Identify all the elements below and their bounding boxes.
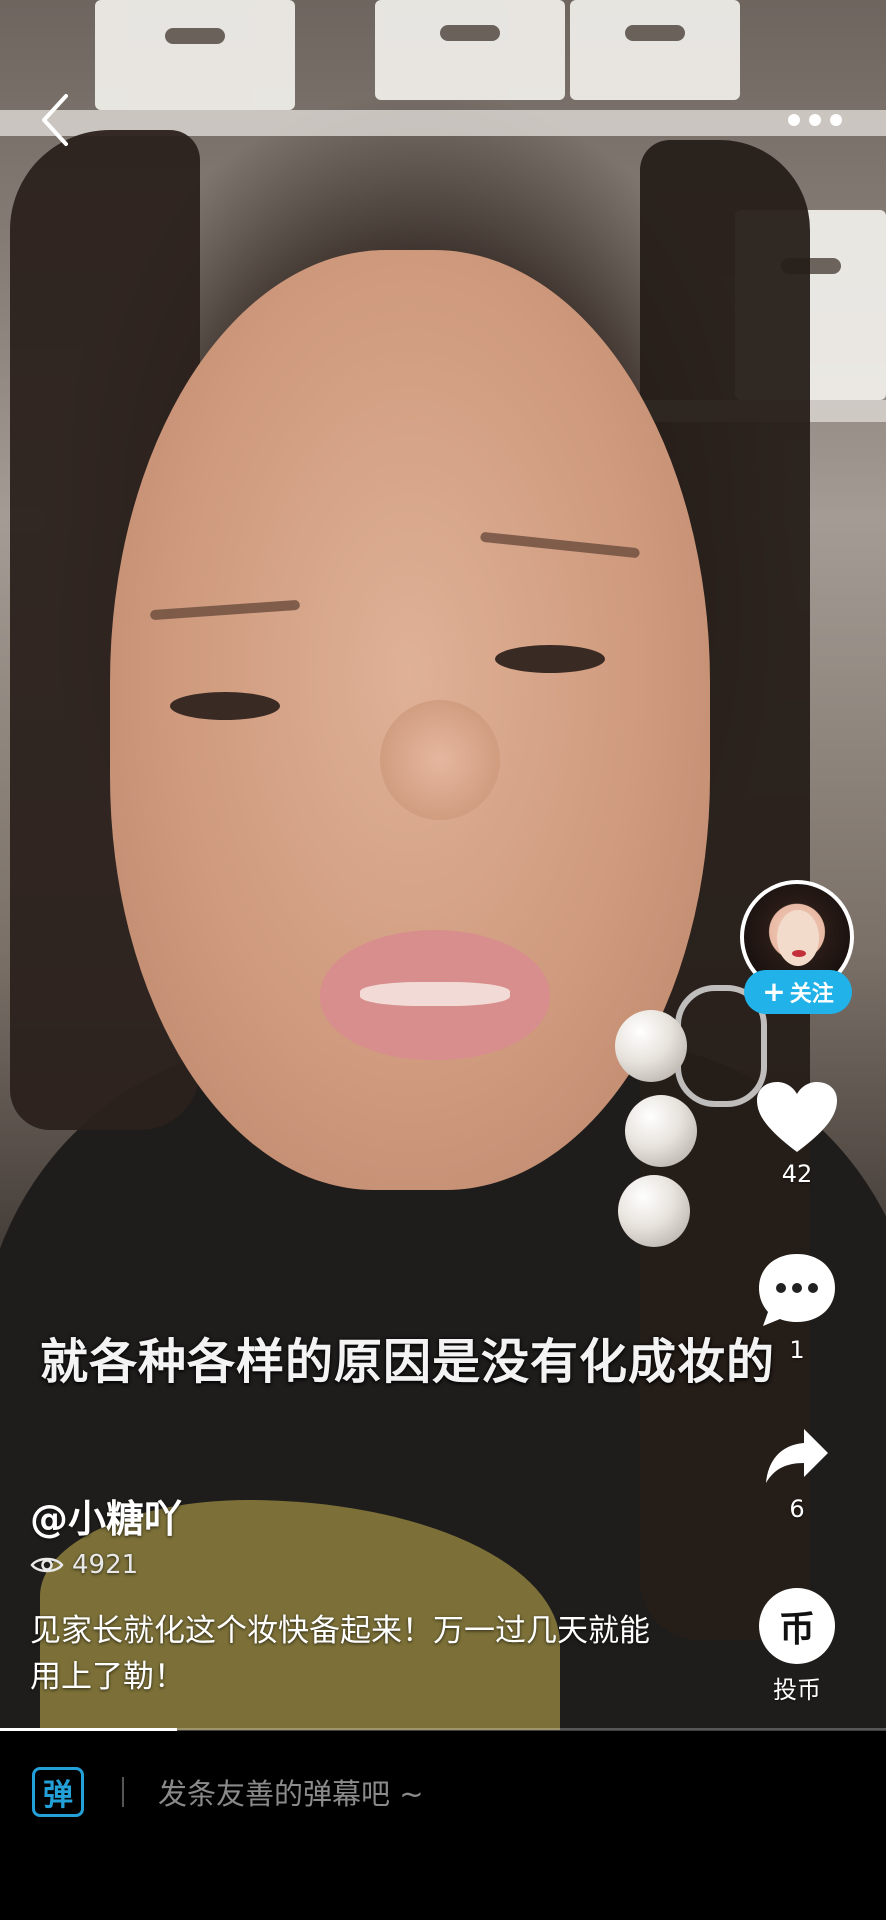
share-button[interactable]: 6 bbox=[740, 1425, 854, 1523]
share-count: 6 bbox=[789, 1495, 805, 1523]
danmu-toggle-button[interactable]: 弹 bbox=[32, 1767, 84, 1817]
view-count: 4921 bbox=[30, 1550, 138, 1580]
more-dot bbox=[830, 114, 842, 126]
more-horizontal-icon bbox=[788, 114, 800, 126]
coin-icon: 币 bbox=[759, 1588, 835, 1664]
comment-icon bbox=[759, 1254, 835, 1326]
eye bbox=[495, 645, 605, 673]
danmu-bar: 弹 发条友善的弹幕吧 ~ bbox=[0, 1731, 886, 1920]
pearl-earring bbox=[615, 1010, 687, 1082]
follow-button[interactable]: + 关注 bbox=[744, 970, 852, 1014]
more-dot bbox=[809, 114, 821, 126]
pearl-earring bbox=[625, 1095, 697, 1167]
eye-icon bbox=[30, 1557, 64, 1573]
video-description[interactable]: 见家长就化这个妆快备起来！万一过几天就能用上了勒！ bbox=[30, 1608, 670, 1700]
storage-box bbox=[375, 0, 565, 100]
like-button[interactable]: 42 bbox=[740, 1080, 854, 1188]
danmu-placeholder: 发条友善的弹幕吧 ~ bbox=[158, 1777, 424, 1811]
storage-box bbox=[95, 0, 295, 110]
view-count-value: 4921 bbox=[72, 1550, 139, 1580]
avatar-lips bbox=[792, 950, 806, 957]
danmu-input[interactable]: 发条友善的弹幕吧 ~ bbox=[158, 1767, 838, 1817]
coin-label: 投币 bbox=[773, 1676, 821, 1704]
like-count: 42 bbox=[781, 1160, 813, 1188]
heart-icon bbox=[757, 1082, 837, 1152]
lips bbox=[320, 930, 550, 1060]
follow-label: 关注 bbox=[789, 982, 834, 1007]
storage-box bbox=[570, 0, 740, 100]
nose bbox=[380, 700, 500, 820]
more-button[interactable] bbox=[780, 100, 850, 140]
eye bbox=[170, 692, 280, 720]
divider bbox=[122, 1777, 124, 1807]
danmu-toggle-icon: 弹 bbox=[43, 1778, 73, 1813]
creator-name[interactable]: @小糖吖 bbox=[30, 1488, 182, 1543]
coin-glyph: 币 bbox=[778, 1609, 815, 1650]
chevron-left-icon bbox=[42, 94, 68, 146]
video-subtitle: 就各种各样的原因是没有化成妆的 bbox=[40, 1334, 776, 1390]
coin-button[interactable]: 币 投币 bbox=[740, 1588, 854, 1705]
share-arrow-icon bbox=[766, 1429, 828, 1483]
avatar-face bbox=[777, 910, 819, 966]
pearl-earring bbox=[618, 1175, 690, 1247]
plus-icon: + bbox=[762, 975, 786, 1008]
back-button[interactable] bbox=[36, 90, 76, 150]
